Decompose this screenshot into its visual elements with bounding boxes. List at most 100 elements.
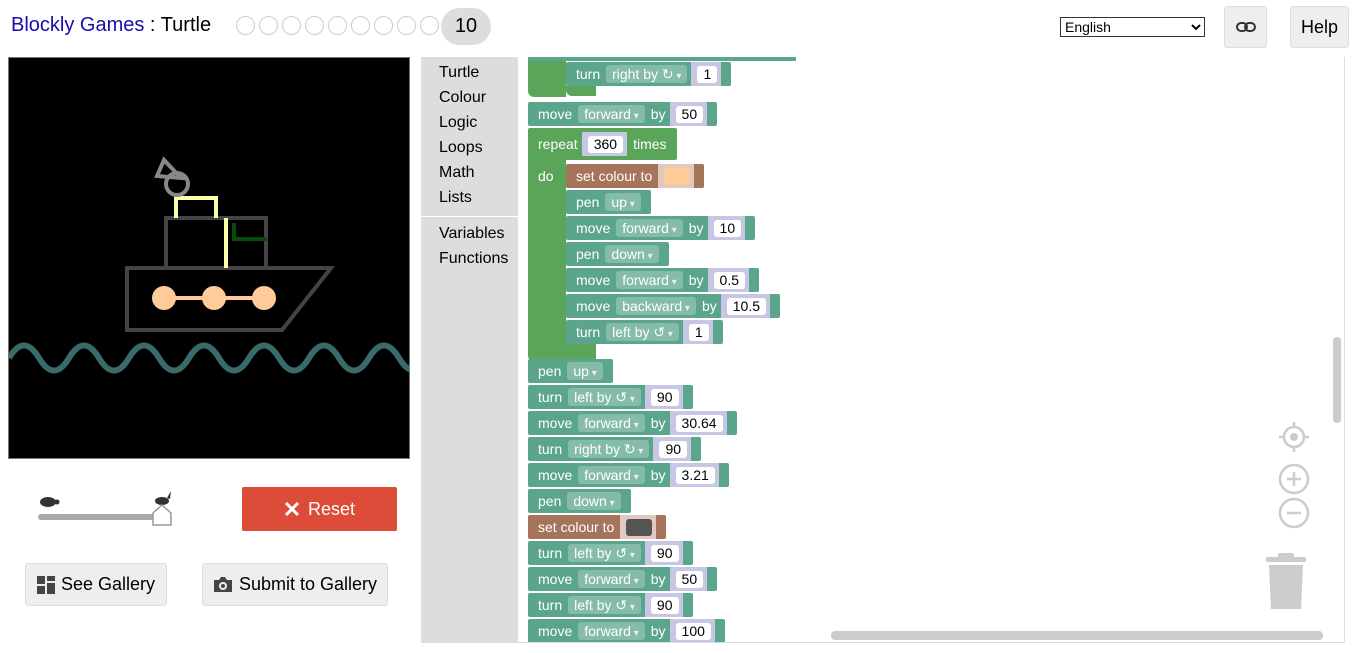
number-input[interactable]: 10.5: [720, 294, 771, 318]
colour-input[interactable]: [620, 515, 657, 539]
direction-dropdown[interactable]: forward: [578, 466, 645, 484]
level-dot[interactable]: [305, 16, 324, 35]
direction-dropdown[interactable]: forward: [578, 414, 645, 432]
turn-block[interactable]: turn right by ↻ 90: [528, 437, 702, 461]
number-input[interactable]: 90: [644, 593, 683, 617]
toolbox-category-turtle[interactable]: Turtle: [439, 64, 479, 82]
number-input[interactable]: 3.21: [669, 463, 719, 487]
number-value[interactable]: 90: [650, 388, 679, 406]
move-block[interactable]: move forward by 100: [528, 619, 725, 642]
move-block[interactable]: move forward by 10: [566, 216, 756, 240]
zoom-in-icon[interactable]: [1278, 463, 1310, 495]
number-value[interactable]: 0.5: [713, 271, 745, 289]
level-dot[interactable]: [351, 16, 370, 35]
number-input[interactable]: 90: [644, 385, 683, 409]
number-value[interactable]: 10: [713, 219, 742, 237]
toolbox-category-math[interactable]: Math: [439, 164, 475, 182]
direction-dropdown[interactable]: right by ↻: [568, 440, 650, 458]
reset-button[interactable]: Reset: [242, 487, 397, 531]
toolbox-category-variables[interactable]: Variables: [439, 225, 505, 243]
number-value[interactable]: 50: [675, 570, 704, 588]
number-input[interactable]: 100: [669, 619, 715, 642]
move-block[interactable]: move backward by 10.5: [566, 294, 781, 318]
level-dot[interactable]: [328, 16, 347, 35]
colour-swatch[interactable]: [664, 167, 691, 185]
pen-block[interactable]: pen up: [528, 359, 613, 383]
slider-thumb[interactable]: [152, 504, 172, 526]
toolbox-category-loops[interactable]: Loops: [439, 139, 483, 157]
direction-dropdown[interactable]: left by ↺: [568, 596, 641, 614]
vertical-scrollbar[interactable]: [1333, 337, 1341, 423]
pen-dropdown[interactable]: up: [567, 362, 603, 380]
direction-dropdown[interactable]: forward: [616, 271, 683, 289]
number-value[interactable]: 360: [587, 135, 624, 153]
number-input[interactable]: 1: [691, 62, 722, 86]
pen-dropdown[interactable]: down: [567, 492, 621, 510]
level-dot[interactable]: [236, 16, 255, 35]
link-button[interactable]: [1224, 6, 1267, 48]
direction-dropdown[interactable]: backward: [616, 297, 696, 315]
turn-block[interactable]: turn left by ↺ 90: [528, 593, 693, 617]
move-block[interactable]: move forward by 3.21: [528, 463, 729, 487]
level-dot[interactable]: [397, 16, 416, 35]
toolbox-category-colour[interactable]: Colour: [439, 89, 486, 107]
turn-block[interactable]: turn right by ↻ 1: [566, 62, 732, 86]
toolbox-category-functions[interactable]: Functions: [439, 250, 508, 268]
submit-gallery-button[interactable]: Submit to Gallery: [202, 563, 388, 606]
direction-dropdown[interactable]: left by ↺: [568, 544, 641, 562]
toolbox-category-lists[interactable]: Lists: [439, 189, 472, 207]
pen-block[interactable]: pen up: [566, 190, 651, 214]
number-value[interactable]: 10.5: [726, 297, 767, 315]
number-value[interactable]: 1: [697, 65, 718, 83]
number-input[interactable]: 90: [653, 437, 692, 461]
number-input[interactable]: 10: [707, 216, 746, 240]
set-colour-block[interactable]: set colour to: [566, 164, 705, 188]
pen-dropdown[interactable]: up: [605, 193, 641, 211]
colour-swatch[interactable]: [626, 518, 653, 536]
speed-slider[interactable]: [38, 490, 178, 530]
horizontal-scrollbar[interactable]: [831, 631, 1323, 640]
see-gallery-button[interactable]: See Gallery: [25, 563, 167, 606]
direction-dropdown[interactable]: left by ↺: [606, 323, 679, 341]
turn-block[interactable]: turn left by ↺ 1: [566, 320, 723, 344]
move-block[interactable]: move forward by 30.64: [528, 411, 737, 435]
direction-dropdown[interactable]: right by ↻: [606, 65, 688, 83]
pen-block[interactable]: pen down: [566, 242, 669, 266]
number-value[interactable]: 3.21: [675, 466, 715, 484]
number-input[interactable]: 90: [644, 541, 683, 565]
pen-block[interactable]: pen down: [528, 489, 631, 513]
number-input[interactable]: 360: [581, 132, 628, 156]
number-input[interactable]: 0.5: [707, 268, 749, 292]
number-value[interactable]: 1: [688, 323, 709, 341]
number-value[interactable]: 90: [650, 544, 679, 562]
app-link[interactable]: Blockly Games: [11, 14, 144, 36]
language-select[interactable]: English: [1060, 17, 1205, 37]
number-value[interactable]: 90: [650, 596, 679, 614]
level-dot[interactable]: [259, 16, 278, 35]
recenter-icon[interactable]: [1278, 421, 1310, 453]
colour-input[interactable]: [658, 164, 695, 188]
toolbox-category-logic[interactable]: Logic: [439, 114, 477, 132]
repeat-block[interactable]: repeat 360 times: [528, 128, 677, 160]
level-dot[interactable]: [282, 16, 301, 35]
number-value[interactable]: 50: [675, 105, 704, 123]
direction-dropdown[interactable]: left by ↺: [568, 388, 641, 406]
set-colour-block[interactable]: set colour to: [528, 515, 667, 539]
number-input[interactable]: 50: [669, 567, 708, 591]
slider-track[interactable]: [38, 514, 162, 520]
current-level-badge[interactable]: 10: [441, 8, 491, 45]
number-value[interactable]: 30.64: [675, 414, 723, 432]
number-input[interactable]: 30.64: [669, 411, 727, 435]
move-block[interactable]: move forward by 50: [528, 102, 718, 126]
direction-dropdown[interactable]: forward: [578, 570, 645, 588]
number-value[interactable]: 100: [675, 622, 711, 640]
pen-dropdown[interactable]: down: [605, 245, 659, 263]
trash-icon[interactable]: [1264, 553, 1308, 611]
zoom-out-icon[interactable]: [1278, 497, 1310, 529]
move-block[interactable]: move forward by 50: [528, 567, 718, 591]
turn-block[interactable]: turn left by ↺ 90: [528, 541, 693, 565]
turn-block[interactable]: turn left by ↺ 90: [528, 385, 693, 409]
level-dot[interactable]: [420, 16, 439, 35]
block-workspace[interactable]: turn right by ↻ 1 move forward by 50 repeat 36…: [518, 57, 1345, 643]
move-block[interactable]: move forward by 0.5: [566, 268, 759, 292]
